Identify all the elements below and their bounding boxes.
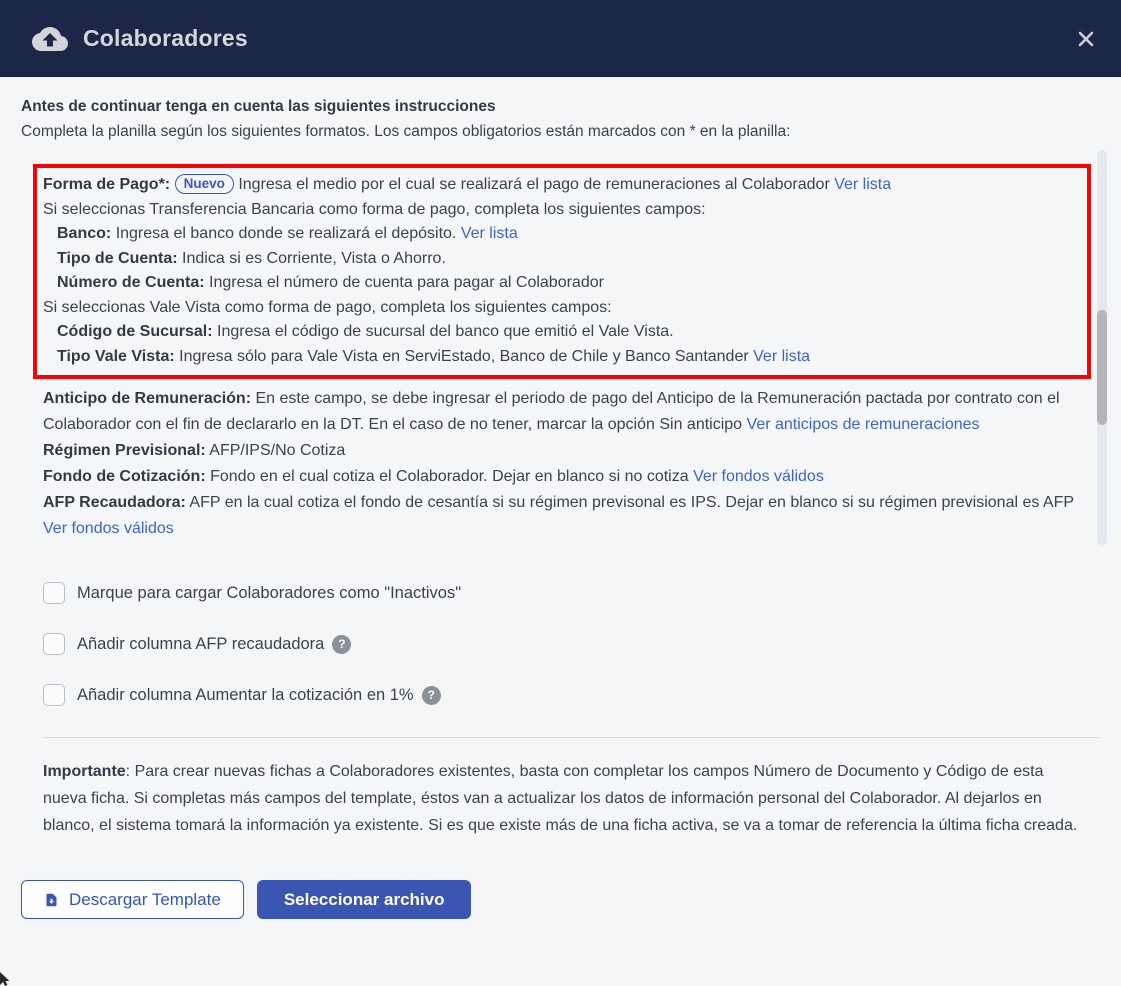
anticipo-paragraph: Anticipo de Remuneración: En este campo,… [43,386,1088,438]
banco-label: Banco: [57,225,111,242]
close-icon[interactable] [1073,26,1099,52]
select-file-button[interactable]: Seleccionar archivo [257,880,472,919]
download-template-label: Descargar Template [69,890,221,910]
options-section: Marque para cargar Colaboradores como "I… [43,582,1100,706]
modal-header: Colaboradores [0,0,1121,77]
fondo-text: Fondo en el cual cotiza el Colaborador. … [210,468,689,485]
tipo-cuenta-text: Indica si es Corriente, Vista o Ahorro. [182,250,446,267]
fondo-label: Fondo de Cotización: [43,468,206,485]
upload-collaborators-modal: Colaboradores Antes de continuar tenga e… [0,0,1121,986]
afp-label: AFP Recaudadora: [43,494,186,511]
tipo-cuenta-line: Tipo de Cuenta: Indica si es Corriente, … [43,247,1079,272]
ver-lista-vale-vista-link[interactable]: Ver lista [753,348,810,365]
regimen-label: Régimen Previsional: [43,442,206,459]
regimen-paragraph: Régimen Previsional: AFP/IPS/No Cotiza [43,438,1088,464]
ver-fondos-validos-afp-link[interactable]: Ver fondos válidos [43,520,174,537]
payment-method-highlight-box: Forma de Pago*: Nuevo Ingresa el medio p… [33,164,1091,379]
ver-lista-forma-pago-link[interactable]: Ver lista [834,176,891,193]
numero-cuenta-line: Número de Cuenta: Ingresa el número de c… [43,271,1079,296]
ver-anticipos-link[interactable]: Ver anticipos de remuneraciones [747,416,980,433]
cotizacion-column-checkbox[interactable] [43,684,65,706]
forma-de-pago-line: Forma de Pago*: Nuevo Ingresa el medio p… [43,173,1079,198]
divider [43,737,1099,738]
cotizacion-column-label: Añadir columna Aumentar la cotización en… [77,686,414,705]
download-file-icon [44,891,59,909]
afp-column-label: Añadir columna AFP recaudadora [77,635,324,654]
ver-fondos-validos-link[interactable]: Ver fondos válidos [693,468,824,485]
instructions-scrollbar-thumb[interactable] [1097,310,1107,425]
afp-paragraph: AFP Recaudadora: AFP en la cual cotiza e… [43,490,1088,542]
transferencia-intro-line: Si seleccionas Transferencia Bancaria co… [43,198,1079,223]
forma-de-pago-label: Forma de Pago*: [43,176,170,193]
cloud-upload-icon [32,24,68,54]
ver-lista-banco-link[interactable]: Ver lista [461,225,518,242]
instructions-scrollbar-track[interactable] [1097,150,1107,545]
vale-vista-intro-line: Si seleccionas Vale Vista como forma de … [43,296,1079,321]
tipo-vale-vista-text: Ingresa sólo para Vale Vista en ServiEst… [179,348,749,365]
mouse-cursor [0,972,11,986]
important-note: Importante: Para crear nuevas fichas a C… [43,758,1083,839]
regimen-text: AFP/IPS/No Cotiza [209,442,345,459]
tipo-cuenta-label: Tipo de Cuenta: [57,250,178,267]
numero-cuenta-text: Ingresa el número de cuenta para pagar a… [209,274,604,291]
inactivos-row: Marque para cargar Colaboradores como "I… [43,582,1100,604]
nuevo-badge: Nuevo [175,174,234,194]
tipo-vale-vista-label: Tipo Vale Vista: [57,348,175,365]
codigo-sucursal-text: Ingresa el código de sucursal del banco … [217,323,674,340]
codigo-sucursal-line: Código de Sucursal: Ingresa el código de… [43,320,1079,345]
instructions-subheading: Completa la planilla según los siguiente… [21,119,1100,144]
banco-line: Banco: Ingresa el banco donde se realiza… [43,222,1079,247]
afp-column-checkbox[interactable] [43,633,65,655]
afp-column-row: Añadir columna AFP recaudadora ? [43,633,1100,655]
afp-column-help-icon[interactable]: ? [332,635,351,654]
modal-title: Colaboradores [83,25,248,52]
codigo-sucursal-label: Código de Sucursal: [57,323,213,340]
cotizacion-column-help-icon[interactable]: ? [422,686,441,705]
modal-body: Antes de continuar tenga en cuenta las s… [0,77,1121,919]
numero-cuenta-label: Número de Cuenta: [57,274,205,291]
banco-text: Ingresa el banco donde se realizará el d… [116,225,457,242]
tipo-vale-vista-line: Tipo Vale Vista: Ingresa sólo para Vale … [43,345,1079,370]
afp-text: AFP en la cual cotiza el fondo de cesant… [189,494,1073,511]
field-descriptions: Anticipo de Remuneración: En este campo,… [43,386,1088,542]
forma-de-pago-text: Ingresa el medio por el cual se realizar… [238,176,829,193]
inactivos-label: Marque para cargar Colaboradores como "I… [77,584,461,603]
important-text: : Para crear nuevas fichas a Colaborador… [43,763,1077,834]
download-template-button[interactable]: Descargar Template [21,880,244,919]
instructions-heading: Antes de continuar tenga en cuenta las s… [21,95,1100,119]
fondo-paragraph: Fondo de Cotización: Fondo en el cual co… [43,464,1088,490]
important-label: Importante [43,763,126,780]
anticipo-label: Anticipo de Remuneración: [43,390,251,407]
inactivos-checkbox[interactable] [43,582,65,604]
action-buttons: Descargar Template Seleccionar archivo [21,880,1100,919]
select-file-label: Seleccionar archivo [284,890,445,910]
cotizacion-column-row: Añadir columna Aumentar la cotización en… [43,684,1100,706]
